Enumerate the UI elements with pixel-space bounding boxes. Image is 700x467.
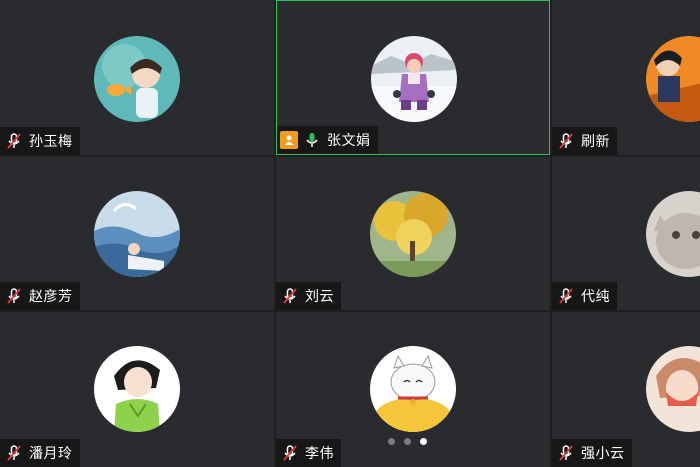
host-icon: [280, 131, 298, 149]
participant-tile[interactable]: 代纯: [552, 157, 700, 310]
participant-name: 代纯: [581, 289, 610, 305]
participant-label: 刷新: [552, 127, 617, 155]
participant-tile[interactable]: 赵彦芳: [0, 157, 274, 310]
participant-name: 刷新: [581, 134, 610, 150]
participant-tile[interactable]: 孙玉梅: [0, 0, 274, 155]
participant-name: 孙玉梅: [29, 134, 73, 150]
page-dot[interactable]: [404, 438, 411, 445]
mic-muted-icon[interactable]: [3, 286, 25, 306]
cat-photo-avatar: [646, 191, 700, 277]
participant-tile-active[interactable]: 张文娟: [276, 0, 550, 155]
participant-name: 强小云: [581, 446, 625, 462]
mic-on-icon[interactable]: [301, 130, 323, 150]
participant-tile[interactable]: 强小云: [552, 312, 700, 467]
mic-muted-icon[interactable]: [3, 443, 25, 463]
participant-label: 刘云: [276, 282, 341, 310]
lucky-cat-avatar: [370, 346, 456, 432]
anime-character-avatar: [646, 36, 700, 122]
participant-name: 李伟: [305, 446, 334, 462]
participant-tile[interactable]: 刘云: [276, 157, 550, 310]
mic-muted-icon[interactable]: [555, 443, 577, 463]
participant-label: 代纯: [552, 282, 617, 310]
participant-label: 强小云: [552, 439, 632, 467]
participant-name: 张文娟: [327, 133, 371, 149]
girl-illustration-avatar: [646, 346, 700, 432]
mic-muted-icon[interactable]: [279, 286, 301, 306]
video-grid: 孙玉梅 张文娟 刷新 赵彦芳 刘云 代纯 潘月玲 李伟 强小云: [0, 0, 700, 467]
participant-label: 赵彦芳: [0, 282, 80, 310]
mic-muted-icon[interactable]: [555, 131, 577, 151]
page-dot[interactable]: [388, 438, 395, 445]
participant-label: 潘月玲: [0, 439, 80, 467]
participant-tile[interactable]: 潘月玲: [0, 312, 274, 467]
sea-girl-illustration-avatar: [94, 191, 180, 277]
ginkgo-tree-avatar: [370, 191, 456, 277]
participant-label: 李伟: [276, 439, 341, 467]
mic-muted-icon[interactable]: [3, 131, 25, 151]
boy-fish-cartoon-avatar: [94, 36, 180, 122]
participant-tile[interactable]: 刷新: [552, 0, 700, 155]
page-dot-current[interactable]: [420, 438, 427, 445]
child-snow-photo-avatar: [371, 36, 457, 122]
mic-muted-icon[interactable]: [555, 286, 577, 306]
participant-label: 孙玉梅: [0, 127, 80, 155]
girl-green-dress-avatar: [94, 346, 180, 432]
participant-name: 潘月玲: [29, 446, 73, 462]
mic-muted-icon[interactable]: [279, 443, 301, 463]
participant-name: 赵彦芳: [29, 289, 73, 305]
participant-label: 张文娟: [277, 126, 378, 154]
participant-name: 刘云: [305, 289, 334, 305]
page-indicator: [388, 438, 427, 445]
